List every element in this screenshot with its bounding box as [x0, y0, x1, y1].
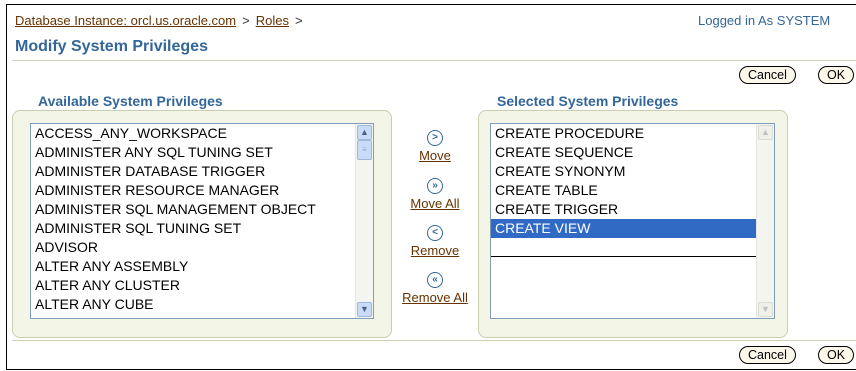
scroll-thumb[interactable]: ≡ [357, 140, 372, 160]
page-title: Modify System Privileges [15, 38, 208, 55]
breadcrumb-db-instance-link[interactable]: Database Instance: orcl.us.oracle.com [15, 13, 236, 28]
list-item[interactable]: ADVISOR [31, 238, 373, 257]
move-all-link[interactable]: Move All [400, 196, 470, 211]
breadcrumb: Database Instance: orcl.us.oracle.com > Ro… [15, 13, 309, 28]
ok-button-top[interactable]: OK [818, 66, 855, 84]
available-privileges-header: Available System Privileges [38, 93, 223, 109]
breadcrumb-separator: > [242, 13, 250, 28]
list-item[interactable]: CREATE PROCEDURE [491, 124, 774, 143]
move-all-right-icon[interactable]: » [427, 178, 443, 194]
remove-all-link[interactable]: Remove All [400, 290, 470, 305]
list-item[interactable]: CREATE VIEW [491, 219, 774, 238]
remove-link[interactable]: Remove [400, 243, 470, 258]
list-separator [491, 238, 772, 257]
remove-all-left-icon[interactable]: « [427, 272, 443, 288]
breadcrumb-separator: > [294, 13, 303, 28]
remove-all-control[interactable]: « Remove All [400, 272, 470, 305]
move-all-control[interactable]: » Move All [400, 178, 470, 211]
move-link[interactable]: Move [400, 148, 470, 163]
available-list-scrollbar[interactable]: ▲ ≡ ▼ [355, 124, 373, 318]
scroll-up-arrow-icon[interactable]: ▲ [758, 125, 773, 140]
list-item[interactable]: ADMINISTER ANY SQL TUNING SET [31, 143, 373, 162]
list-item[interactable]: ACCESS_ANY_WORKSPACE [31, 124, 373, 143]
footer-divider [12, 340, 856, 341]
scroll-down-arrow-icon[interactable]: ▼ [357, 302, 372, 317]
cancel-button-bottom[interactable]: Cancel [739, 346, 796, 364]
remove-control[interactable]: < Remove [400, 225, 470, 258]
list-item[interactable]: CREATE TABLE [491, 181, 774, 200]
list-item[interactable]: ALTER ANY CLUSTER [31, 276, 373, 295]
remove-left-icon[interactable]: < [427, 225, 443, 241]
selected-list-scrollbar[interactable]: ▲ ▼ [756, 124, 774, 318]
ok-button-bottom[interactable]: OK [818, 346, 855, 364]
list-item[interactable]: ADMINISTER SQL TUNING SET [31, 219, 373, 238]
list-item[interactable]: ALTER ANY CUBE [31, 295, 373, 314]
list-item[interactable]: CREATE TRIGGER [491, 200, 774, 219]
breadcrumb-roles-link[interactable]: Roles [256, 13, 289, 28]
list-item[interactable]: ALTER ANY ASSEMBLY [31, 257, 373, 276]
list-item[interactable]: ADMINISTER SQL MANAGEMENT OBJECT [31, 200, 373, 219]
available-privileges-list[interactable]: ACCESS_ANY_WORKSPACE ADMINISTER ANY SQL T… [30, 123, 374, 319]
move-control[interactable]: > Move [400, 130, 470, 163]
move-right-icon[interactable]: > [427, 130, 443, 146]
selected-privileges-list[interactable]: CREATE PROCEDURE CREATE SEQUENCE CREATE SY… [490, 123, 775, 319]
list-item[interactable]: CREATE SEQUENCE [491, 143, 774, 162]
scroll-down-arrow-icon[interactable]: ▼ [758, 302, 773, 317]
list-item[interactable]: ADMINISTER RESOURCE MANAGER [31, 181, 373, 200]
list-item[interactable]: CREATE SYNONYM [491, 162, 774, 181]
selected-privileges-header: Selected System Privileges [497, 93, 679, 109]
cancel-button-top[interactable]: Cancel [739, 66, 796, 84]
title-divider [12, 60, 856, 61]
list-item[interactable]: ADMINISTER DATABASE TRIGGER [31, 162, 373, 181]
scroll-up-arrow-icon[interactable]: ▲ [357, 125, 372, 140]
logged-in-status: Logged in As SYSTEM [698, 13, 831, 28]
